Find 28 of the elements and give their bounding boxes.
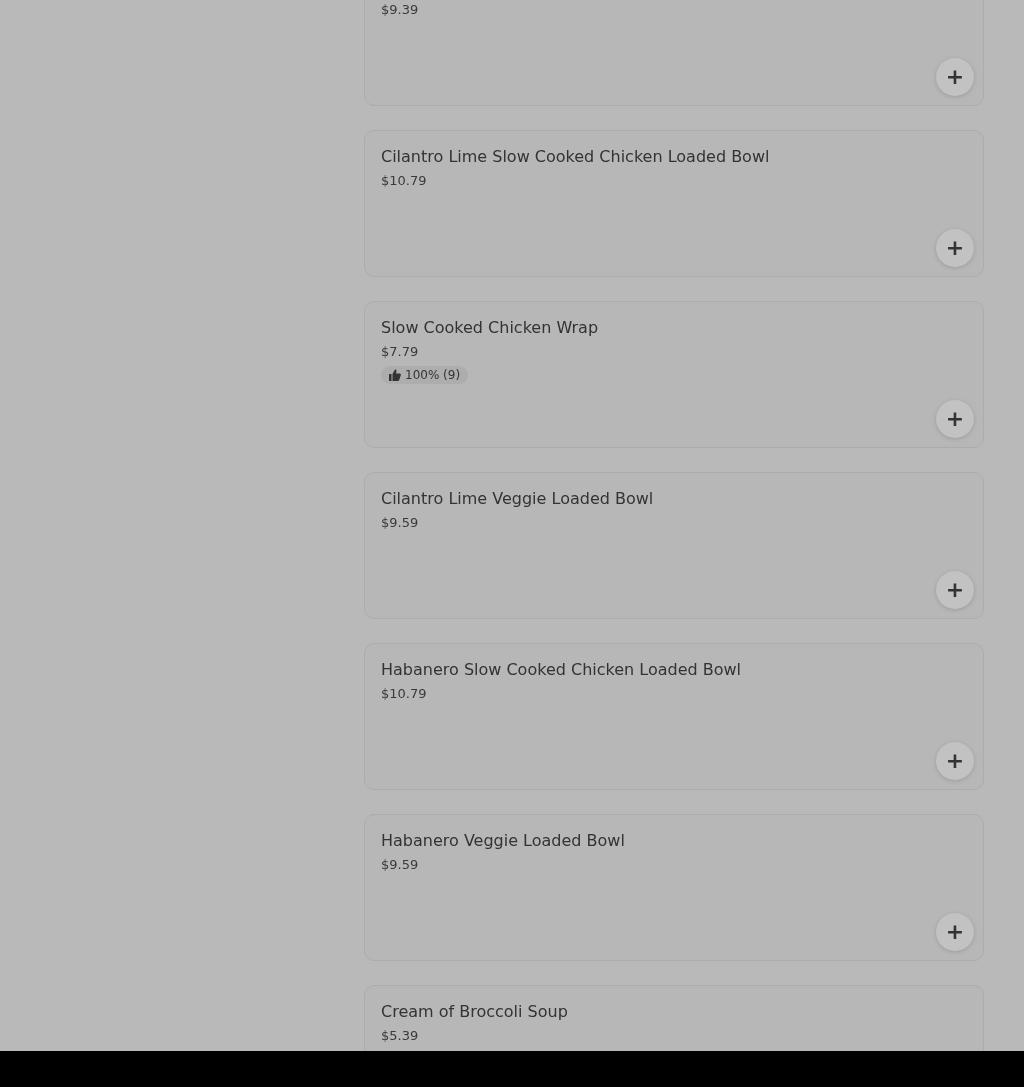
menu-item-card[interactable]: Cream of Broccoli Soup $5.39 — [364, 985, 984, 1051]
item-title: Habanero Veggie Loaded Bowl — [381, 830, 626, 852]
item-price: $9.59 — [381, 856, 420, 874]
item-price: $10.79 — [381, 172, 428, 190]
add-button[interactable]: + — [936, 913, 974, 951]
menu-item-card[interactable]: Cilantro Lime Slow Cooked Chicken Loaded Bowl $10.79 + — [364, 130, 984, 277]
rating-text: 100% (9) — [405, 368, 461, 382]
add-button[interactable]: + — [936, 400, 974, 438]
item-price: $10.79 — [381, 685, 428, 703]
menu-item-card[interactable]: Slow Cooked Chicken Wrap $7.79 100% (9) + — [364, 301, 984, 448]
item-price: $9.59 — [381, 514, 420, 532]
add-button[interactable]: + — [936, 742, 974, 780]
item-title: Cilantro Lime Slow Cooked Chicken Loaded Bowl — [381, 146, 771, 168]
menu-item-card[interactable]: Cilantro Lime Veggie Loaded Bowl $9.59 + — [364, 472, 984, 619]
add-button[interactable]: + — [936, 571, 974, 609]
add-button[interactable]: + — [936, 229, 974, 267]
item-price: $7.79 — [381, 343, 420, 361]
thumbs-up-icon — [389, 369, 401, 381]
menu-item-card[interactable]: Habanero Veggie Loaded Bowl $9.59 + — [364, 814, 984, 961]
menu-item-card[interactable]: $9.39 + — [364, 0, 984, 106]
item-title: Cilantro Lime Veggie Loaded Bowl — [381, 488, 655, 510]
item-price: $9.39 — [381, 1, 420, 19]
item-title: Habanero Slow Cooked Chicken Loaded Bowl — [381, 659, 743, 681]
item-price: $5.39 — [381, 1027, 420, 1045]
item-title: Slow Cooked Chicken Wrap — [381, 317, 600, 339]
menu-item-card[interactable]: Habanero Slow Cooked Chicken Loaded Bowl $10.79 + — [364, 643, 984, 790]
add-button[interactable]: + — [936, 58, 974, 96]
item-title: Cream of Broccoli Soup — [381, 1001, 569, 1023]
